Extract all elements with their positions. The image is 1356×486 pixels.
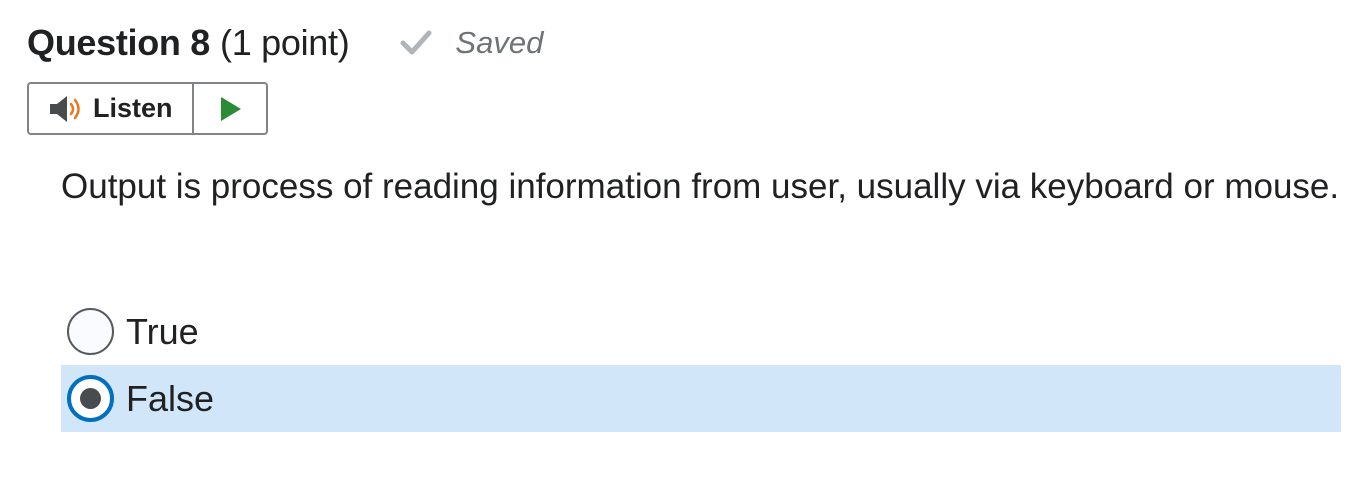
option-label-false: False [126,377,215,419]
check-icon [399,29,433,57]
saved-label: Saved [455,25,544,60]
play-button[interactable] [194,84,266,133]
play-icon [216,94,244,124]
question-points: (1 point) [220,22,350,63]
listen-button[interactable]: Listen [29,84,194,133]
option-false[interactable]: False [61,365,1341,432]
listen-label: Listen [93,93,173,123]
option-true[interactable]: True [61,298,1341,365]
saved-status: Saved [399,25,543,61]
listen-widget: Listen [27,82,268,135]
question-title: Question 8 [27,22,211,63]
radio-selected-dot [80,388,101,409]
question-header: Question 8 (1 point) Saved [27,18,543,68]
radio-false[interactable] [67,375,114,422]
option-label-true: True [126,310,199,352]
question-text: Output is process of reading information… [61,167,1340,206]
radio-true[interactable] [67,308,114,355]
speaker-icon [47,93,87,125]
